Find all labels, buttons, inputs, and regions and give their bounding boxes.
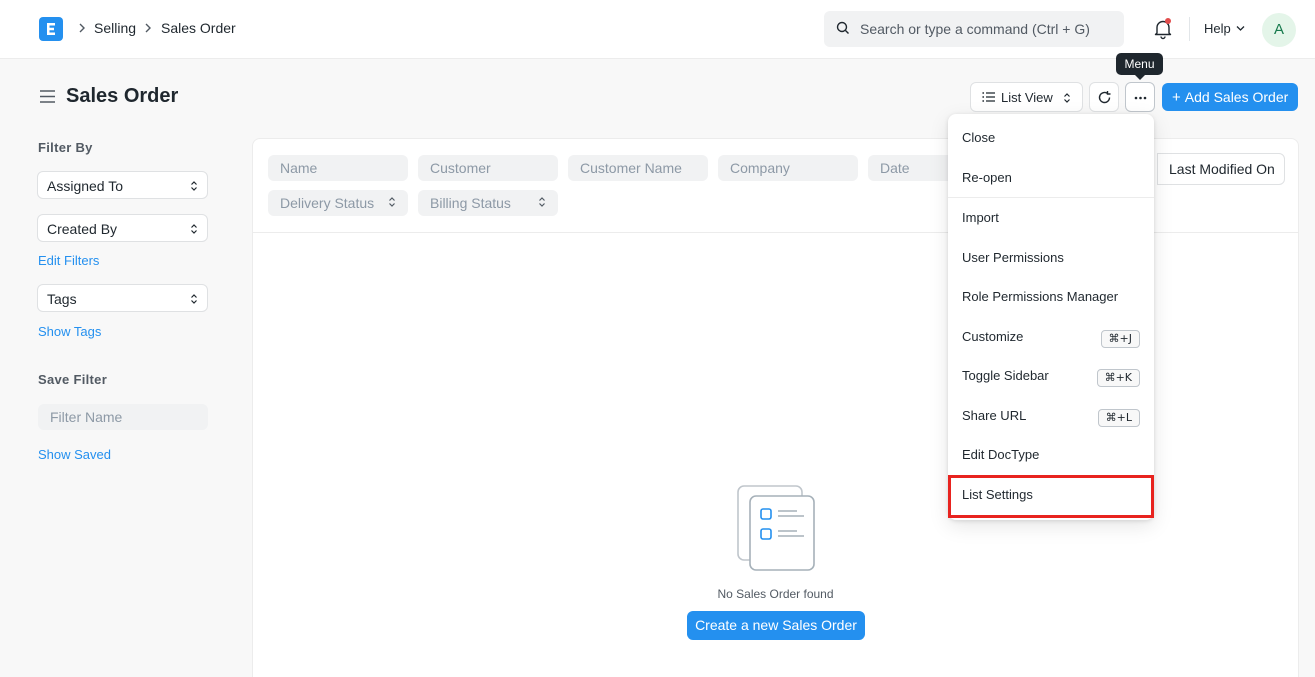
name-filter[interactable]: Name <box>268 155 408 181</box>
help-menu[interactable]: Help <box>1204 21 1231 36</box>
billing-status-filter[interactable]: Billing Status <box>418 190 558 216</box>
chevron-updown-icon <box>1064 93 1070 103</box>
tooltip-arrow <box>1135 75 1145 80</box>
more-horizontal-icon <box>1134 96 1147 100</box>
chevron-updown-icon <box>191 294 197 304</box>
menu-item-label: Import <box>962 210 999 225</box>
menu-item-customize[interactable]: Customize ⌘+J <box>948 317 1154 356</box>
created-by-filter[interactable]: Created By <box>37 214 208 242</box>
list-view-switcher[interactable]: List View <box>970 82 1083 112</box>
chevron-updown-icon <box>191 181 197 191</box>
chevron-down-icon <box>1236 26 1245 31</box>
chevron-updown-icon <box>539 197 545 207</box>
keyboard-shortcut: ⌘+L <box>1097 409 1140 427</box>
refresh-button[interactable] <box>1089 82 1119 112</box>
menu-item-reopen[interactable]: Re-open <box>948 158 1154 197</box>
chevron-updown-icon <box>389 197 395 207</box>
empty-state-message: No Sales Order found <box>717 587 834 601</box>
created-by-label: Created By <box>47 221 118 237</box>
navbar-divider <box>1189 17 1190 41</box>
page-title: Sales Order <box>66 85 179 107</box>
filter-by-heading: Filter By <box>38 140 93 155</box>
notification-dot <box>1165 18 1171 24</box>
list-settings-highlight <box>948 475 1154 518</box>
add-sales-order-button[interactable]: + Add Sales Order <box>1162 83 1298 111</box>
menu-item-role-permissions-manager[interactable]: Role Permissions Manager <box>948 277 1154 316</box>
customer-filter[interactable]: Customer <box>418 155 558 181</box>
menu-item-label: Re-open <box>962 170 1012 185</box>
menu-item-label: Share URL <box>962 408 1027 423</box>
keyboard-shortcut: ⌘+K <box>1096 369 1140 387</box>
show-saved-link[interactable]: Show Saved <box>38 447 111 462</box>
save-filter-heading: Save Filter <box>38 372 108 387</box>
tags-filter[interactable]: Tags <box>37 284 208 312</box>
billing-status-label: Billing Status <box>430 195 511 211</box>
delivery-status-filter[interactable]: Delivery Status <box>268 190 408 216</box>
create-sales-order-button[interactable]: Create a new Sales Order <box>687 611 865 640</box>
chevron-right-icon <box>145 23 151 33</box>
menu-item-toggle-sidebar[interactable]: Toggle Sidebar ⌘+K <box>948 356 1154 395</box>
add-sales-order-label: Add Sales Order <box>1184 89 1289 105</box>
sort-selector[interactable]: Last Modified On <box>1157 153 1285 185</box>
menu-item-share-url[interactable]: Share URL ⌘+L <box>948 396 1154 435</box>
list-view-label: List View <box>1001 90 1053 105</box>
refresh-icon <box>1098 91 1111 104</box>
menu-item-user-permissions[interactable]: User Permissions <box>948 238 1154 277</box>
company-filter[interactable]: Company <box>718 155 858 181</box>
show-tags-link[interactable]: Show Tags <box>38 324 101 339</box>
user-avatar[interactable]: A <box>1262 13 1296 47</box>
search-bar[interactable]: Search or type a command (Ctrl + G) <box>824 11 1124 47</box>
search-icon <box>836 21 849 34</box>
menu-item-import[interactable]: Import <box>948 198 1154 237</box>
edit-filters-link[interactable]: Edit Filters <box>38 253 99 268</box>
assigned-to-label: Assigned To <box>47 178 124 194</box>
breadcrumb-selling[interactable]: Selling <box>94 20 136 36</box>
menu-item-label: Role Permissions Manager <box>962 289 1119 304</box>
assigned-to-filter[interactable]: Assigned To <box>37 171 208 199</box>
menu-item-close[interactable]: Close <box>948 118 1154 157</box>
menu-item-label: User Permissions <box>962 250 1064 265</box>
menu-item-edit-doctype[interactable]: Edit DocType <box>948 435 1154 474</box>
breadcrumb-sales-order[interactable]: Sales Order <box>161 20 236 36</box>
menu-dropdown: Close Re-open Import User Permissions Ro… <box>948 114 1154 520</box>
search-placeholder: Search or type a command (Ctrl + G) <box>860 21 1090 37</box>
menu-item-label: Toggle Sidebar <box>962 368 1049 383</box>
customer-name-filter[interactable]: Customer Name <box>568 155 708 181</box>
tags-label: Tags <box>47 291 77 307</box>
menu-item-label: Edit DocType <box>962 447 1040 462</box>
delivery-status-label: Delivery Status <box>280 195 375 211</box>
navbar: Selling Sales Order Search or type a com… <box>0 0 1315 59</box>
keyboard-shortcut: ⌘+J <box>1100 330 1140 348</box>
menu-item-label: Close <box>962 130 996 145</box>
plus-icon: + <box>1172 89 1181 106</box>
filter-name-input[interactable] <box>38 404 208 430</box>
chevron-right-icon <box>79 23 85 33</box>
menu-tooltip: Menu <box>1116 53 1163 75</box>
sidebar-toggle-icon[interactable] <box>39 89 56 104</box>
list-icon <box>982 92 995 102</box>
menu-item-label: Customize <box>962 329 1024 344</box>
app-logo-icon[interactable] <box>39 17 63 41</box>
empty-list-icon <box>737 485 815 571</box>
chevron-updown-icon <box>191 224 197 234</box>
menu-button[interactable] <box>1125 82 1155 112</box>
